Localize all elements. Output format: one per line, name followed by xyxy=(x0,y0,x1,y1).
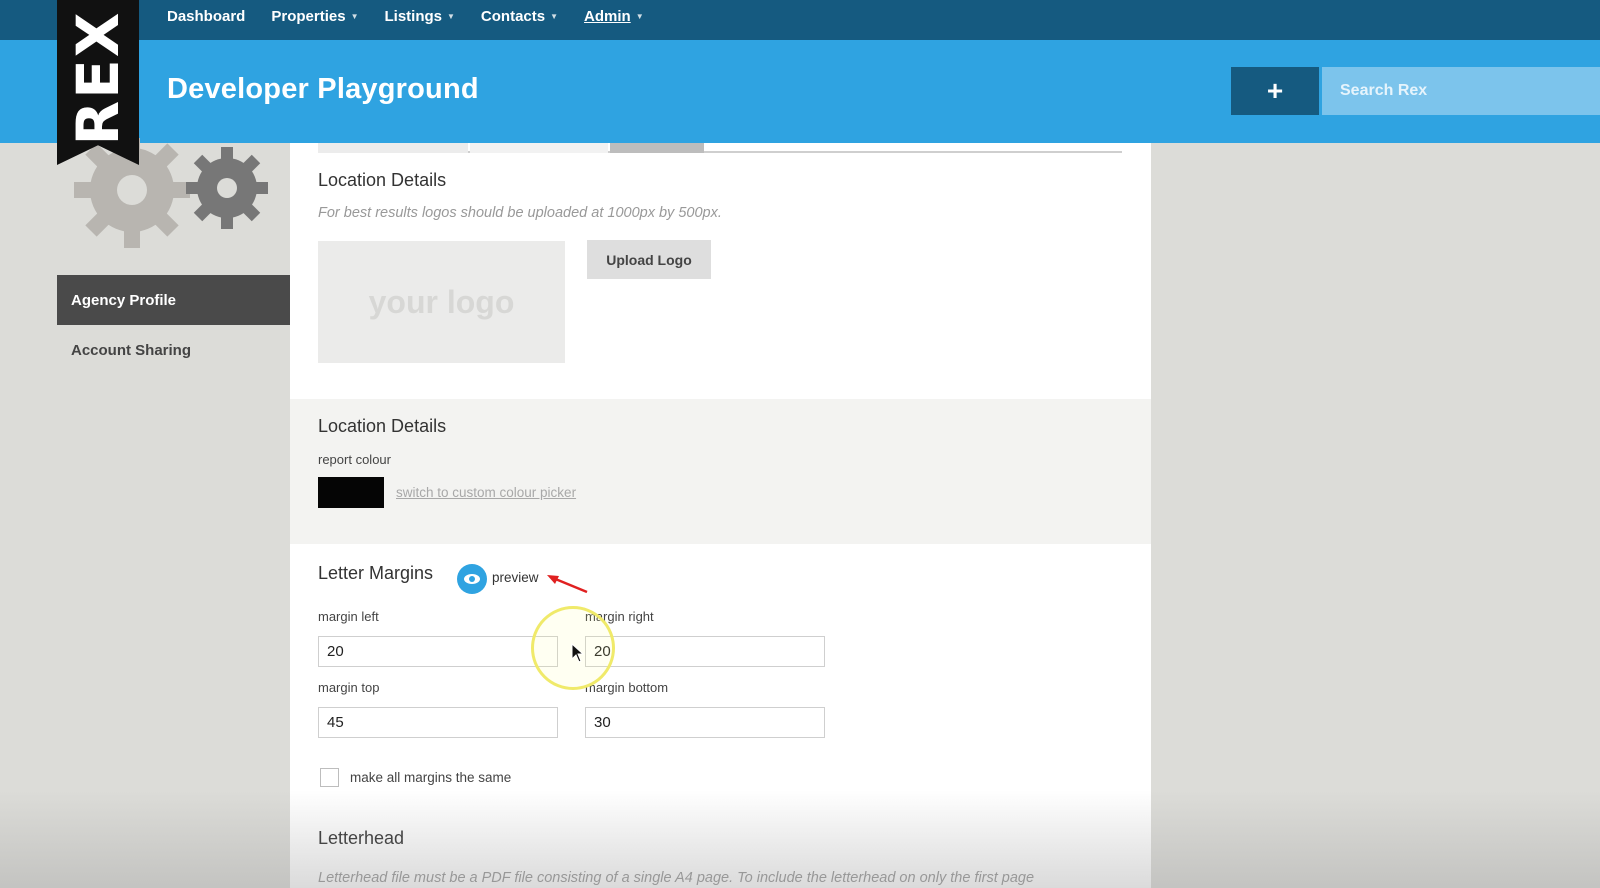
logo-section-title: Location Details xyxy=(318,170,447,190)
tab-3[interactable] xyxy=(610,143,704,153)
margins-section-title: Letter Margins xyxy=(318,563,434,583)
gears-icon xyxy=(74,138,268,248)
margin-top-input[interactable] xyxy=(318,707,558,738)
margin-right-input[interactable] xyxy=(585,636,825,667)
margins-section: Letter Margins preview margin left margi… xyxy=(290,544,1151,806)
same-margins-label: make all margins the same xyxy=(350,770,512,785)
colour-section-title: Location Details xyxy=(318,416,447,436)
caret-down-icon: ▼ xyxy=(350,11,359,21)
preview-button[interactable] xyxy=(457,564,487,594)
nav-item-listings[interactable]: Listings ▼ xyxy=(384,0,454,32)
red-arrow-icon xyxy=(547,575,588,594)
sidebar-item-account-sharing[interactable]: Account Sharing xyxy=(57,325,290,375)
nav-item-properties[interactable]: Properties ▼ xyxy=(271,0,358,32)
logo-placeholder: your logo xyxy=(318,241,565,363)
letterhead-section: Letterhead Letterhead file must be a PDF… xyxy=(290,806,1151,888)
logo-hint: For best results logos should be uploade… xyxy=(318,205,722,221)
nav-item-admin[interactable]: Admin ▼ xyxy=(584,0,644,32)
logo-section: Location Details For best results logos … xyxy=(290,143,1151,399)
nav-item-contacts[interactable]: Contacts ▼ xyxy=(481,0,558,32)
upload-logo-button[interactable]: Upload Logo xyxy=(587,240,711,279)
margin-left-input[interactable] xyxy=(318,636,558,667)
plus-icon: + xyxy=(1266,75,1284,106)
rex-logo[interactable]: REX xyxy=(57,0,139,165)
eye-icon xyxy=(464,574,480,584)
caret-down-icon: ▼ xyxy=(447,11,455,21)
sidebar: Agency Profile Account Sharing xyxy=(57,275,290,375)
tab-strip xyxy=(318,143,1122,153)
custom-colour-picker-link[interactable]: switch to custom colour picker xyxy=(396,485,576,500)
main-panel: Location Details For best results logos … xyxy=(290,143,1151,888)
letterhead-hint: Letterhead file must be a PDF file consi… xyxy=(318,870,1035,886)
margin-bottom-label: margin bottom xyxy=(585,680,669,695)
nav-item-dashboard[interactable]: Dashboard xyxy=(167,0,245,32)
mouse-pointer-icon xyxy=(571,643,585,663)
page-title: Developer Playground xyxy=(167,73,479,105)
tab-2[interactable] xyxy=(470,143,608,153)
caret-down-icon: ▼ xyxy=(550,11,559,21)
letterhead-title: Letterhead xyxy=(318,828,405,848)
margin-bottom-input[interactable] xyxy=(585,707,825,738)
caret-down-icon: ▼ xyxy=(635,11,644,21)
top-navigation: Dashboard Properties ▼ Listings ▼ Contacts… xyxy=(0,0,1600,40)
tab-1[interactable] xyxy=(318,143,468,153)
sidebar-item-agency-profile[interactable]: Agency Profile xyxy=(57,275,290,325)
same-margins-checkbox[interactable] xyxy=(320,768,339,787)
margin-left-label: margin left xyxy=(318,609,379,624)
add-button[interactable]: + xyxy=(1231,67,1319,115)
page-header: Developer Playground + xyxy=(0,40,1600,143)
margin-top-label: margin top xyxy=(318,680,380,695)
report-colour-label: report colour xyxy=(318,452,391,467)
search-input[interactable] xyxy=(1322,67,1600,115)
main-menu: Dashboard Properties ▼ Listings ▼ Contacts… xyxy=(167,0,670,32)
report-colour-swatch[interactable] xyxy=(318,477,384,508)
preview-link[interactable]: preview xyxy=(492,570,539,585)
colour-section: Location Details report colour switch to… xyxy=(290,399,1151,544)
